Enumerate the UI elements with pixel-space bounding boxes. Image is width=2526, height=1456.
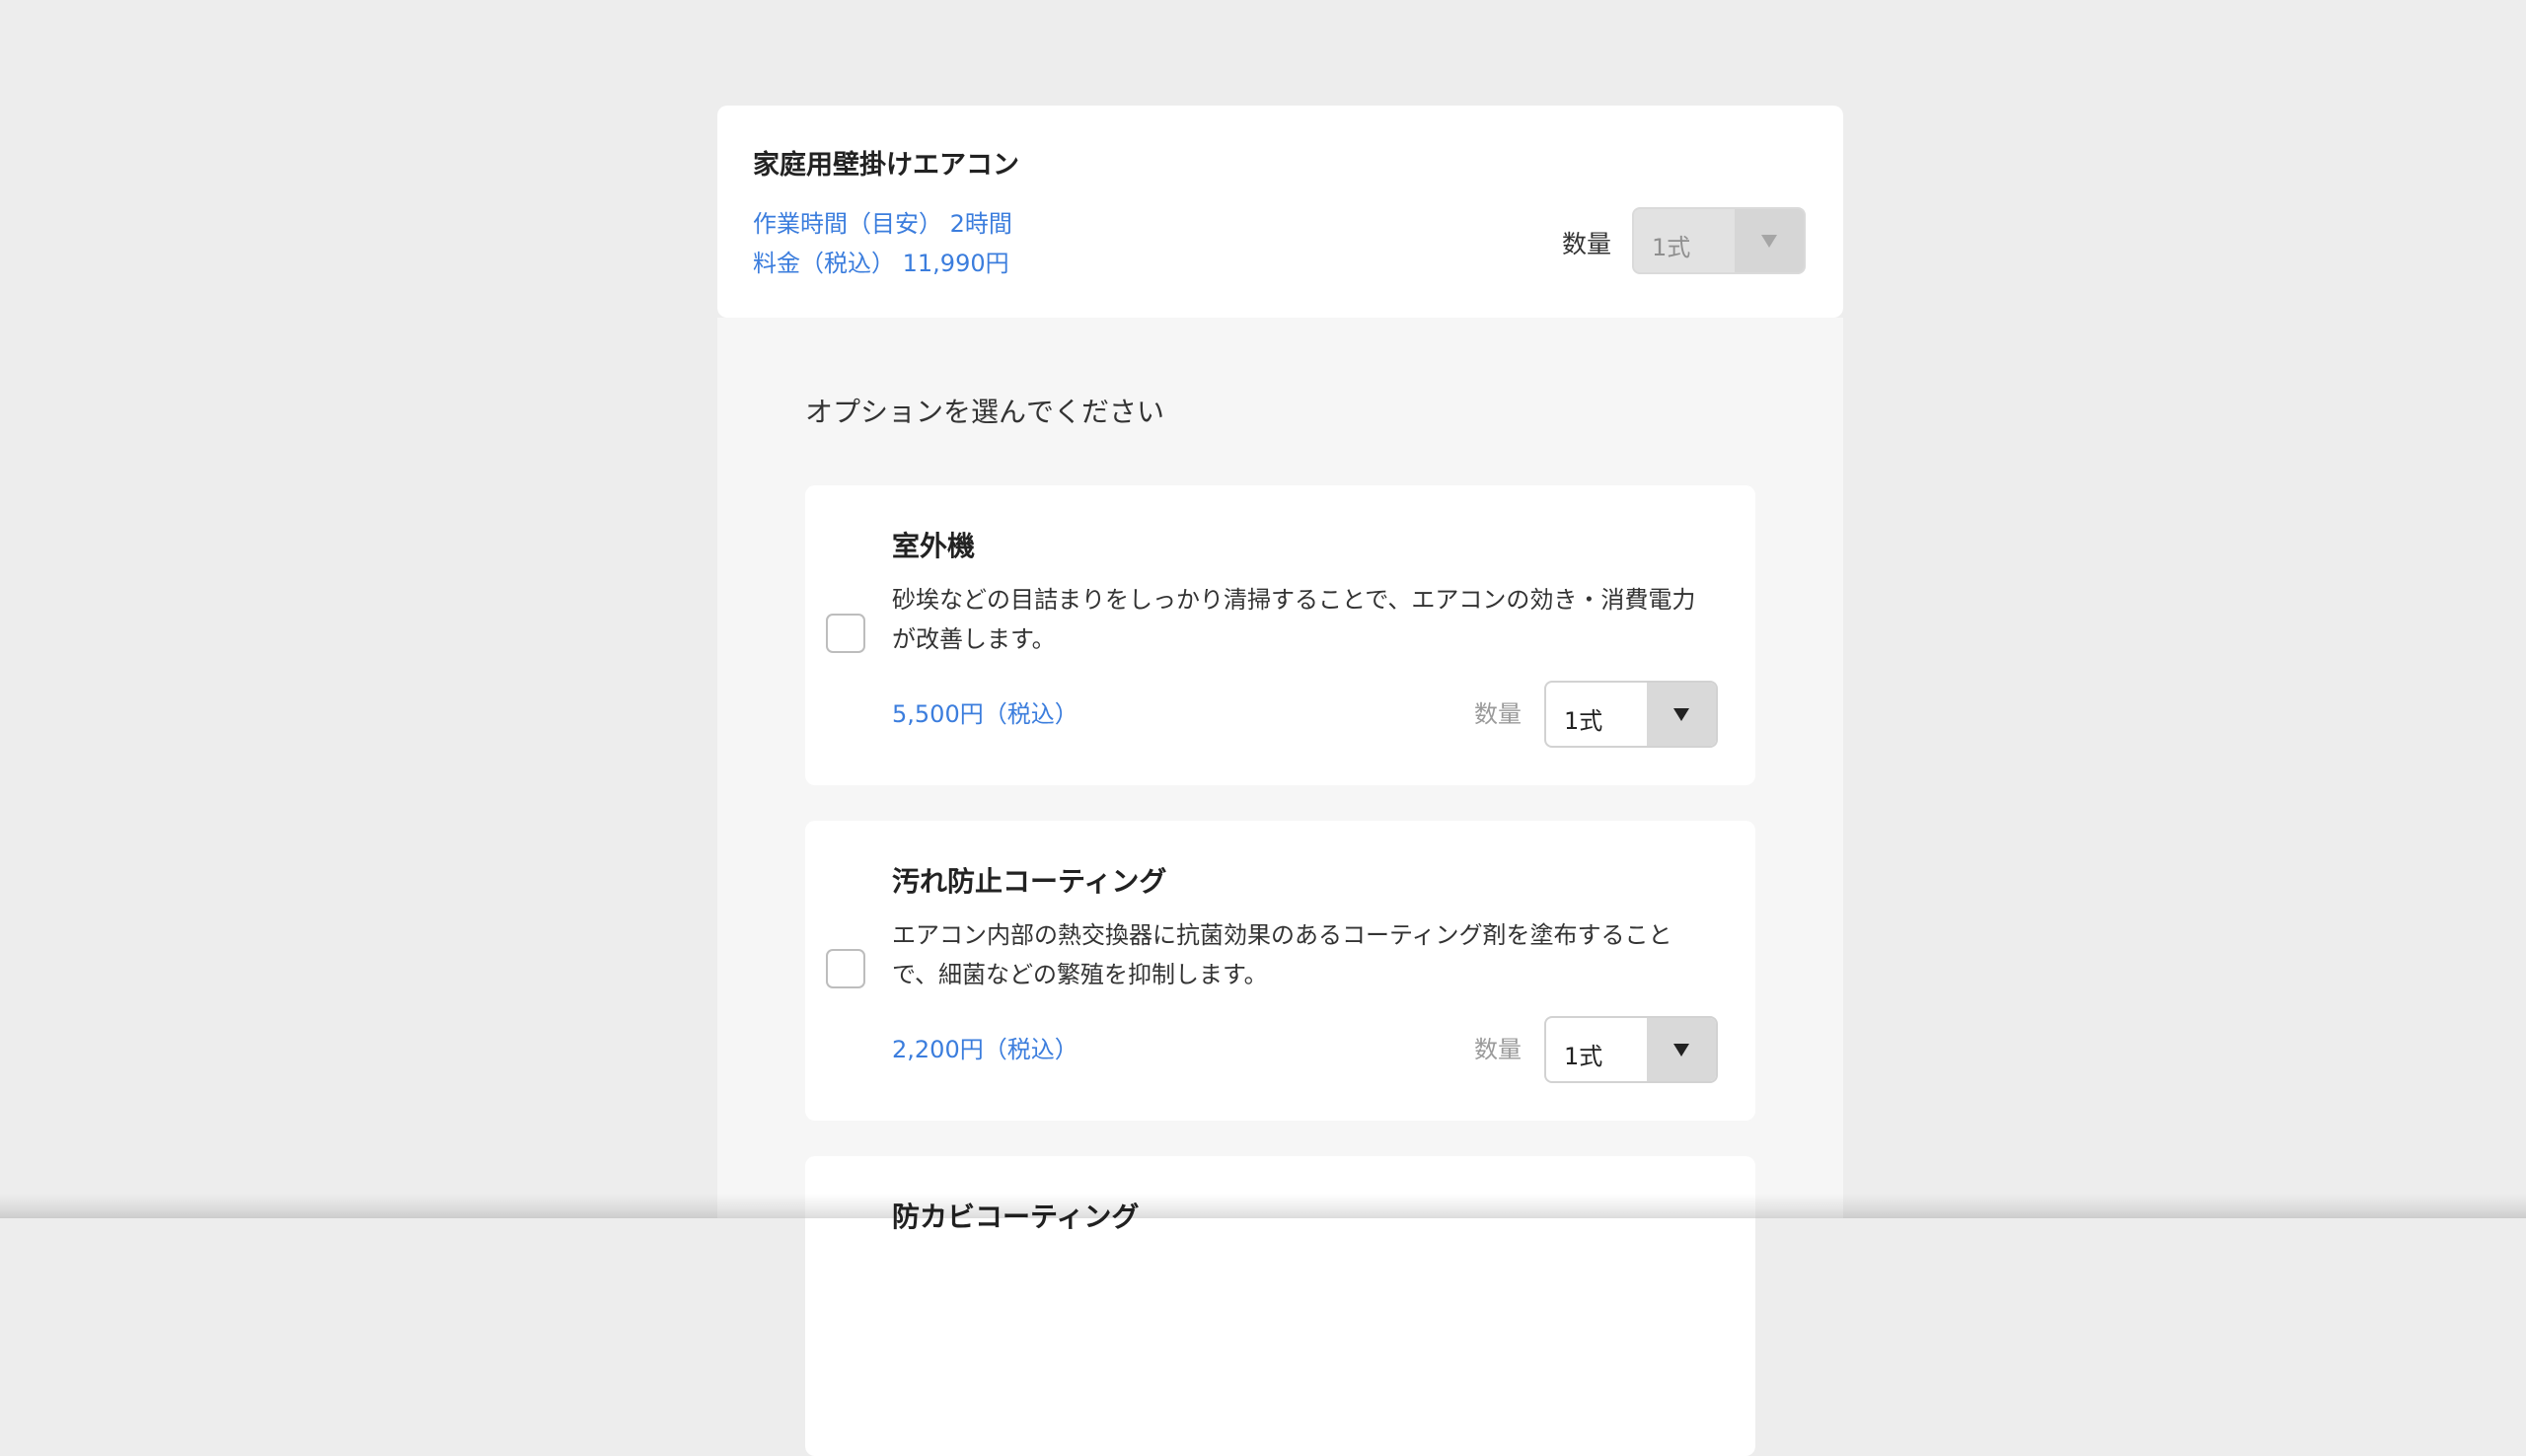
dropdown-arrow-box: [1735, 209, 1804, 272]
triangle-down-icon: [1673, 708, 1689, 721]
option-card-stain-coating: 汚れ防止コーティング エアコン内部の熱交換器に抗菌効果のあるコーティング剤を塗布…: [805, 821, 1755, 1121]
quantity-value: 1式: [1564, 707, 1603, 735]
option-title: 汚れ防止コーティング: [892, 865, 1167, 898]
triangle-down-icon: [1761, 235, 1777, 248]
product-price: 料金（税込） 11,990円: [753, 250, 1009, 277]
options-panel: オプションを選んでください 室外機 砂埃などの目詰まりをしっかり清掃することで、…: [717, 318, 1843, 1456]
option-price: 2,200円（税込）: [892, 1036, 1078, 1063]
triangle-down-icon: [1673, 1044, 1689, 1056]
option-card-mold-coating: 防カビコーティング: [805, 1156, 1755, 1456]
work-time: 作業時間（目安） 2時間: [753, 210, 1012, 238]
option-quantity-select[interactable]: 1式: [1544, 681, 1718, 748]
option-checkbox[interactable]: [826, 614, 865, 653]
options-heading: オプションを選んでください: [805, 396, 1165, 428]
quantity-label: 数量: [1474, 1036, 1522, 1063]
option-price: 5,500円（税込）: [892, 700, 1078, 728]
quantity-label: 数量: [1474, 700, 1522, 728]
option-card-outdoor-unit: 室外機 砂埃などの目詰まりをしっかり清掃することで、エアコンの効き・消費電力が改…: [805, 485, 1755, 785]
option-description: 砂埃などの目詰まりをしっかり清掃することで、エアコンの効き・消費電力が改善します…: [892, 586, 1696, 653]
option-title: 防カビコーティング: [892, 1201, 1140, 1233]
product-title: 家庭用壁掛けエアコン: [753, 150, 1019, 181]
option-quantity-select[interactable]: 1式: [1544, 1016, 1718, 1083]
page: 家庭用壁掛けエアコン 作業時間（目安） 2時間 料金（税込） 11,990円 数…: [0, 0, 2526, 1456]
option-description: エアコン内部の熱交換器に抗菌効果のあるコーティング剤を塗布することで、細菌などの…: [892, 921, 1672, 988]
quantity-value: 1式: [1564, 1043, 1603, 1070]
option-checkbox[interactable]: [826, 949, 865, 988]
product-card: 家庭用壁掛けエアコン 作業時間（目安） 2時間 料金（税込） 11,990円 数…: [717, 106, 1843, 318]
option-title: 室外機: [892, 530, 976, 562]
product-quantity-select: 1式: [1632, 207, 1806, 274]
quantity-value: 1式: [1652, 234, 1691, 261]
dropdown-arrow-box: [1647, 1018, 1716, 1081]
dropdown-arrow-box: [1647, 683, 1716, 746]
quantity-label: 数量: [1562, 230, 1612, 258]
